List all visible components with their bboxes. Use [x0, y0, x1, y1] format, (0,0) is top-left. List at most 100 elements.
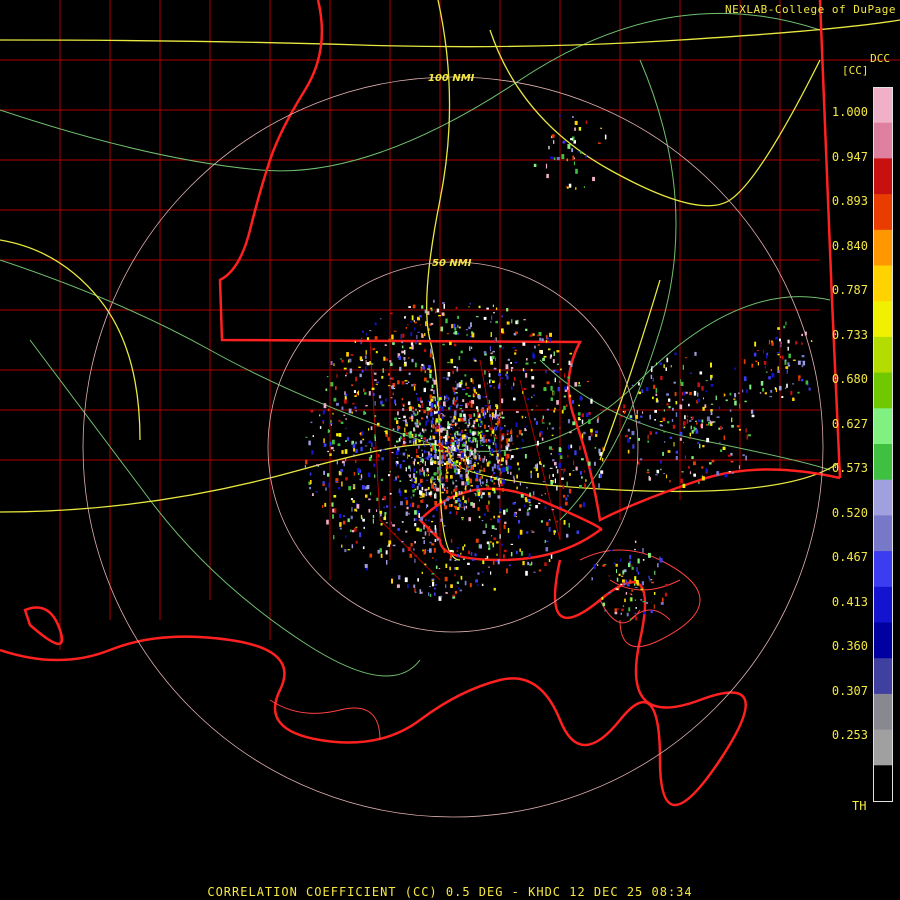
echo-pixel: [414, 510, 417, 515]
echo-pixel: [420, 500, 423, 503]
echo-pixel: [598, 448, 601, 454]
echo-pixel: [490, 571, 492, 575]
echo-pixel: [610, 549, 613, 552]
echo-pixel: [668, 398, 671, 402]
echo-pixel: [622, 579, 625, 583]
echo-pixel: [634, 586, 638, 588]
echo-pixel: [475, 391, 478, 395]
echo-pixel: [466, 333, 468, 337]
echo-pixel: [536, 440, 539, 446]
echo-pixel: [466, 556, 469, 559]
echo-pixel: [319, 426, 322, 429]
echo-pixel: [343, 367, 347, 370]
echo-pixel: [449, 558, 452, 561]
echo-pixel: [430, 388, 433, 392]
echo-pixel: [386, 560, 388, 565]
echo-pixel: [503, 549, 507, 553]
echo-pixel: [519, 447, 522, 450]
echo-pixel: [429, 394, 433, 399]
echo-pixel: [454, 387, 458, 390]
legend-tick-label: 0.840: [831, 238, 868, 253]
echo-pixel: [383, 356, 386, 361]
echo-pixel: [435, 532, 438, 538]
echo-pixel: [345, 535, 347, 538]
echo-pixel: [427, 311, 430, 315]
echo-pixel: [546, 381, 550, 385]
echo-pixel: [754, 341, 757, 347]
echo-pixel: [531, 561, 533, 565]
echo-pixel: [401, 345, 404, 349]
echo-pixel: [478, 423, 480, 427]
echo-pixel: [533, 394, 535, 397]
echo-pixel: [329, 453, 332, 456]
echo-pixel: [513, 382, 515, 387]
echo-pixel: [464, 580, 467, 586]
echo-pixel: [413, 386, 416, 391]
echo-pixel: [437, 460, 440, 464]
echo-pixel: [500, 467, 503, 473]
echo-pixel: [418, 513, 420, 518]
echo-pixel: [488, 500, 490, 505]
echo-pixel: [407, 381, 410, 383]
echo-pixel: [400, 501, 403, 506]
echo-pixel: [496, 464, 499, 470]
echo-pixel: [396, 420, 399, 424]
echo-pixel: [722, 446, 726, 450]
echo-pixel: [378, 395, 382, 399]
echo-pixel: [578, 127, 582, 131]
color-scale-band: [873, 765, 893, 802]
echo-pixel: [638, 421, 641, 424]
echo-pixel: [353, 485, 355, 488]
echo-pixel: [494, 437, 495, 442]
echo-pixel: [368, 440, 372, 444]
echo-pixel: [668, 406, 671, 409]
echo-pixel: [679, 437, 682, 441]
echo-pixel: [341, 544, 343, 548]
echo-pixel: [515, 331, 518, 334]
echo-pixel: [642, 548, 644, 553]
echo-pixel: [366, 337, 370, 341]
echo-pixel: [631, 590, 634, 592]
echo-pixel: [373, 463, 376, 467]
echo-pixel: [660, 468, 662, 471]
echo-pixel: [505, 462, 508, 466]
echo-pixel: [459, 413, 463, 418]
echo-pixel: [456, 366, 459, 372]
echo-pixel: [706, 437, 710, 443]
echo-pixel: [404, 427, 406, 433]
color-scale-band: [873, 336, 893, 374]
color-scale-band: [873, 265, 893, 302]
echo-pixel: [424, 457, 427, 459]
echo-pixel: [573, 161, 575, 166]
echo-pixel: [434, 396, 436, 402]
echo-pixel: [491, 474, 494, 476]
echo-pixel: [734, 367, 736, 370]
echo-pixel: [467, 562, 470, 565]
echo-pixel: [551, 134, 555, 138]
echo-pixel: [701, 466, 704, 469]
echo-pixel: [422, 537, 425, 539]
echo-pixel: [421, 428, 424, 432]
echo-pixel: [452, 457, 454, 460]
echo-pixel: [446, 333, 449, 335]
echo-pixel: [552, 459, 555, 462]
echo-pixel: [579, 504, 582, 508]
echo-pixel: [574, 127, 576, 131]
echo-pixel: [512, 475, 515, 479]
echo-pixel: [805, 380, 809, 385]
echo-pixel: [429, 593, 432, 597]
echo-pixel: [419, 589, 422, 594]
echo-pixel: [413, 473, 416, 478]
echo-pixel: [462, 399, 465, 402]
echo-pixel: [550, 453, 552, 455]
echo-pixel: [659, 460, 663, 464]
echo-pixel: [604, 609, 606, 612]
echo-pixel: [766, 371, 768, 373]
echo-pixel: [397, 411, 399, 416]
echo-pixel: [397, 380, 400, 385]
echo-pixel: [367, 472, 371, 478]
echo-pixel: [350, 529, 352, 532]
echo-pixel: [563, 471, 565, 474]
echo-pixel: [638, 438, 640, 441]
echo-pixel: [446, 429, 449, 434]
